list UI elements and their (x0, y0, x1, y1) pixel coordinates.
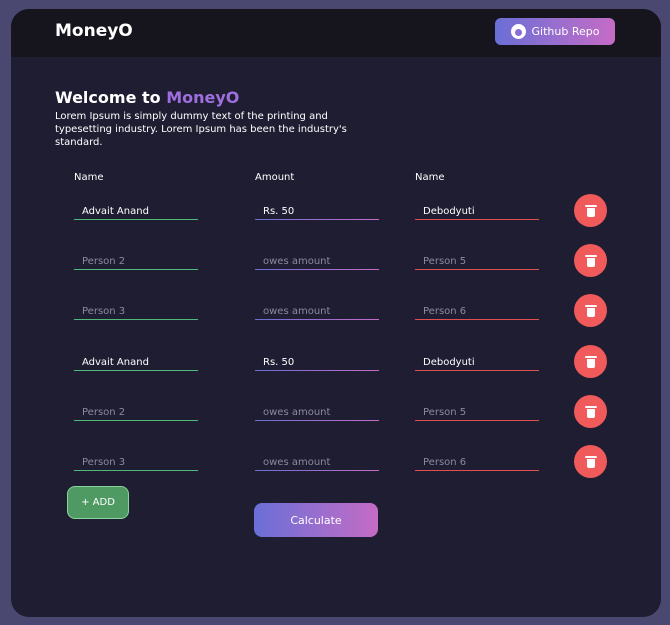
input-underline (415, 269, 539, 270)
input-underline (255, 370, 379, 371)
delete-row-button[interactable] (574, 244, 607, 277)
app-window: MoneyO Github Repo Welcome to MoneyO Lor… (11, 9, 661, 617)
input-underline (74, 269, 198, 270)
brand-logo[interactable]: MoneyO (55, 21, 133, 41)
input-underline (415, 370, 539, 371)
input-underline (255, 470, 379, 471)
delete-row-button[interactable] (574, 194, 607, 227)
input-underline (255, 420, 379, 421)
github-icon (510, 24, 526, 39)
input-underline (74, 470, 198, 471)
input-underline (255, 319, 379, 320)
column-header-name-to: Name (415, 172, 445, 183)
input-underline (415, 319, 539, 320)
welcome-prefix: Welcome to (55, 88, 167, 107)
column-header-amount: Amount (255, 172, 295, 183)
page-description: Lorem Ipsum is simply dummy text of the … (55, 111, 347, 148)
input-underline (74, 319, 198, 320)
column-header-name-from: Name (74, 172, 104, 183)
github-repo-label: Github Repo (531, 25, 600, 38)
trash-icon (584, 355, 597, 368)
device-frame: MoneyO Github Repo Welcome to MoneyO Lor… (2, 2, 666, 623)
delete-row-button[interactable] (574, 445, 607, 478)
top-navbar: MoneyO Github Repo (11, 9, 661, 57)
welcome-brand: MoneyO (166, 88, 240, 107)
trash-icon (584, 204, 597, 217)
delete-row-button[interactable] (574, 294, 607, 327)
add-row-button[interactable]: + ADD (67, 486, 129, 519)
input-underline (255, 219, 379, 220)
calculate-button[interactable]: Calculate (254, 503, 378, 537)
trash-icon (584, 455, 597, 468)
input-underline (74, 420, 198, 421)
github-repo-button[interactable]: Github Repo (495, 18, 615, 45)
delete-row-button[interactable] (574, 345, 607, 378)
input-underline (415, 219, 539, 220)
trash-icon (584, 254, 597, 267)
input-underline (415, 420, 539, 421)
delete-row-button[interactable] (574, 395, 607, 428)
trash-icon (584, 304, 597, 317)
input-underline (74, 370, 198, 371)
trash-icon (584, 405, 597, 418)
input-underline (255, 269, 379, 270)
page-title: Welcome to MoneyO (55, 88, 239, 107)
input-underline (74, 219, 198, 220)
input-underline (415, 470, 539, 471)
